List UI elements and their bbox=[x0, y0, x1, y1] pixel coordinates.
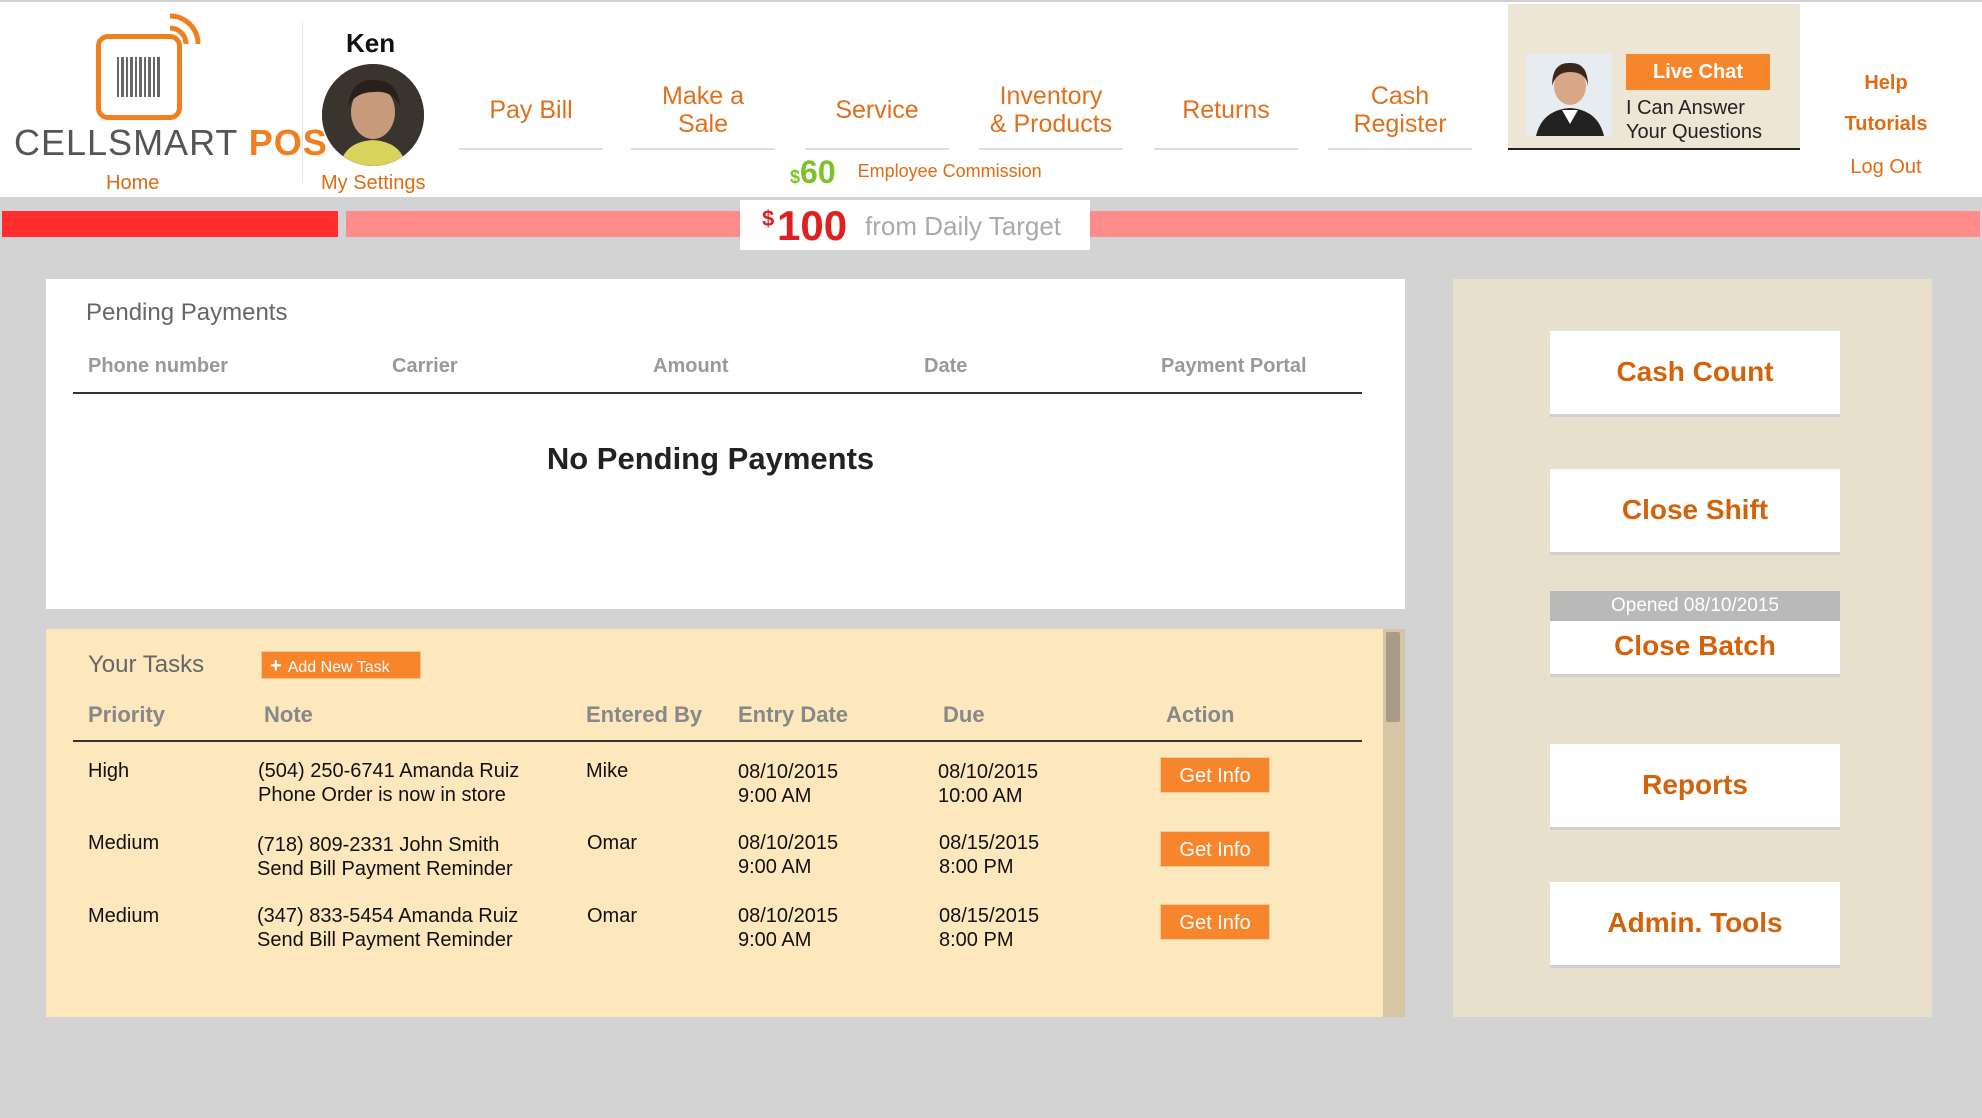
cash-count-button[interactable]: Cash Count bbox=[1550, 331, 1840, 417]
avatar[interactable] bbox=[322, 64, 424, 166]
due-date: 08/15/2015 8:00 PM bbox=[939, 832, 1040, 878]
reports-button[interactable]: Reports bbox=[1550, 744, 1840, 830]
empty-message: No Pending Payments bbox=[546, 441, 875, 476]
get-info-button[interactable]: Get Info bbox=[1160, 757, 1270, 793]
note: (504) 250-6741 Amanda Ruiz Phone Order is… bbox=[258, 760, 520, 806]
divider bbox=[73, 740, 1362, 742]
column-header: Amount bbox=[653, 355, 729, 377]
top-header: CELLSMART POS Home Ken My Settings Pay B… bbox=[0, 0, 1982, 197]
entered-by: Omar bbox=[587, 905, 637, 927]
column-header: Entered By bbox=[586, 702, 703, 727]
tutorials-link[interactable]: Tutorials bbox=[1816, 113, 1956, 136]
column-header: Action bbox=[1166, 702, 1235, 727]
close-shift-button[interactable]: Close Shift bbox=[1550, 469, 1840, 555]
pending-payments-panel: Pending Payments Phone number Carrier Am… bbox=[46, 279, 1405, 609]
logout-link[interactable]: Log Out bbox=[1816, 156, 1956, 179]
column-header: Note bbox=[264, 702, 313, 727]
add-task-button[interactable]: + Add New Task bbox=[261, 651, 421, 679]
live-chat-button[interactable]: Live Chat bbox=[1626, 54, 1770, 90]
employee-commission: $60 Employee Commission bbox=[790, 154, 1042, 190]
plus-icon: + bbox=[270, 655, 282, 677]
column-header: Priority bbox=[88, 702, 166, 727]
pos-app: CELLSMART POS Home Ken My Settings Pay B… bbox=[0, 0, 1982, 1118]
help-link[interactable]: Help bbox=[1816, 72, 1956, 95]
batch-opened-label: Opened 08/10/2015 bbox=[1550, 591, 1840, 621]
scrollbar-thumb[interactable] bbox=[1386, 632, 1400, 722]
column-header: Due bbox=[943, 702, 985, 727]
priority: Medium bbox=[88, 832, 160, 854]
note: (718) 809-2331 John Smith Send Bill Payme… bbox=[257, 834, 513, 880]
nav-inventory-products[interactable]: Inventory & Products bbox=[979, 72, 1123, 150]
nav-pay-bill[interactable]: Pay Bill bbox=[459, 72, 603, 150]
logo-text: CELLSMART POS bbox=[14, 122, 328, 163]
panel-title: Your Tasks bbox=[88, 651, 205, 678]
panel-title: Pending Payments bbox=[86, 299, 288, 326]
entry-date: 08/10/2015 9:00 AM bbox=[738, 761, 839, 807]
progress-remaining-left bbox=[346, 211, 740, 237]
nav-cash-register[interactable]: Cash Register bbox=[1328, 72, 1472, 150]
target-label: from Daily Target bbox=[865, 211, 1062, 241]
get-info-button[interactable]: Get Info bbox=[1160, 904, 1270, 940]
home-link[interactable]: Home bbox=[106, 172, 159, 195]
nav-make-a-sale[interactable]: Make a Sale bbox=[631, 72, 775, 150]
entered-by: Mike bbox=[586, 760, 629, 782]
admin-tools-button[interactable]: Admin. Tools bbox=[1550, 882, 1840, 968]
divider bbox=[73, 392, 1362, 394]
divider bbox=[302, 22, 303, 182]
live-chat-panel[interactable]: Live Chat I Can Answer Your Questions bbox=[1508, 4, 1800, 150]
note: (347) 833-5454 Amanda Ruiz Send Bill Paym… bbox=[257, 905, 519, 951]
nav-returns[interactable]: Returns bbox=[1154, 72, 1298, 150]
support-agent-image bbox=[1526, 54, 1612, 136]
column-header: Entry Date bbox=[738, 702, 849, 727]
target-currency: $ bbox=[762, 206, 775, 231]
scrollbar[interactable] bbox=[1383, 629, 1405, 1017]
column-header: Payment Portal bbox=[1161, 355, 1307, 377]
shift-actions-panel: Cash Count Close Shift Opened 08/10/2015… bbox=[1453, 279, 1932, 1017]
column-header: Carrier bbox=[392, 355, 458, 377]
target-amount: 100 bbox=[777, 202, 848, 249]
logo[interactable]: CELLSMART POS Home bbox=[14, 12, 327, 197]
progress-remaining-right bbox=[1090, 211, 1980, 237]
get-info-button[interactable]: Get Info bbox=[1160, 831, 1270, 867]
nav-service[interactable]: Service bbox=[805, 72, 949, 150]
live-chat-tagline: I Can Answer Your Questions bbox=[1626, 97, 1763, 143]
due-date: 08/15/2015 8:00 PM bbox=[939, 905, 1040, 951]
due-date: 08/10/2015 10:00 AM bbox=[938, 761, 1039, 807]
user-name: Ken bbox=[346, 28, 396, 58]
entry-date: 08/10/2015 9:00 AM bbox=[738, 905, 839, 951]
help-links: Help Tutorials Log Out bbox=[1816, 72, 1956, 179]
progress-fill bbox=[2, 211, 338, 237]
my-settings-link[interactable]: My Settings bbox=[321, 172, 425, 195]
column-header: Date bbox=[924, 355, 968, 377]
priority: Medium bbox=[88, 905, 160, 927]
close-batch-button[interactable]: Close Batch bbox=[1550, 621, 1840, 677]
entered-by: Omar bbox=[587, 832, 637, 854]
priority: High bbox=[88, 760, 130, 782]
entry-date: 08/10/2015 9:00 AM bbox=[738, 832, 839, 878]
signal-icon bbox=[169, 13, 201, 45]
column-header: Phone number bbox=[88, 355, 229, 377]
tasks-panel: Your Tasks + Add New Task Priority Note E… bbox=[46, 629, 1405, 1017]
